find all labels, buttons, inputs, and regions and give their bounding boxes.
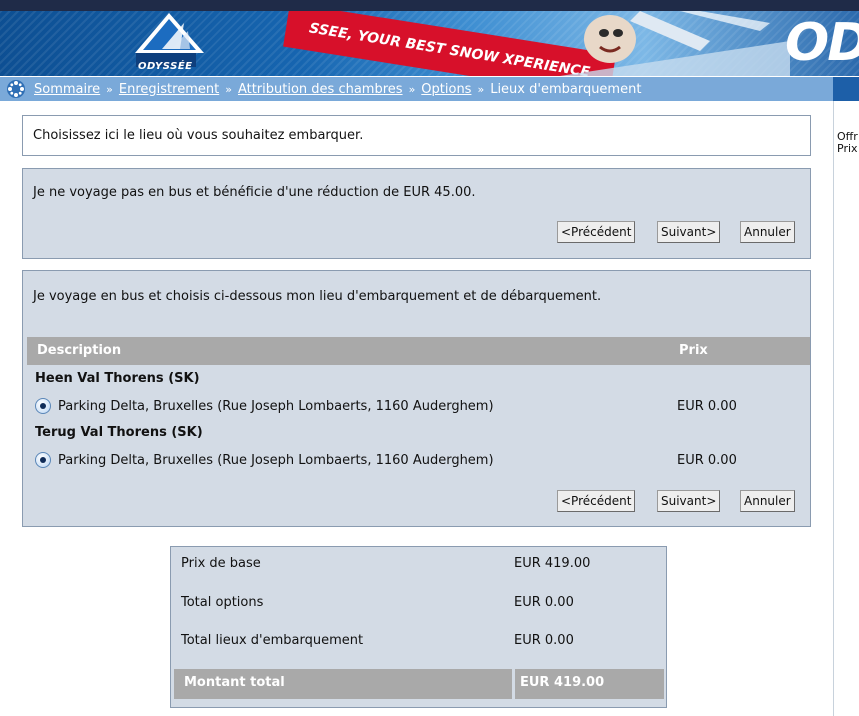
option-label-return[interactable]: Parking Delta, Bruxelles (Rue Joseph Lom… bbox=[58, 453, 494, 468]
breadcrumb-current: Lieux d'embarquement bbox=[490, 81, 642, 97]
radio-button-return[interactable] bbox=[35, 452, 51, 468]
table-header: Description Prix bbox=[27, 337, 810, 365]
summary-label: Prix de base bbox=[181, 556, 261, 571]
summary-value: EUR 0.00 bbox=[514, 633, 574, 648]
breadcrumb-link-options[interactable]: Options bbox=[421, 82, 471, 97]
total-label: Montant total bbox=[184, 675, 285, 690]
summary-row: Prix de base EUR 419.00 bbox=[171, 554, 666, 576]
right-header-strip bbox=[833, 77, 859, 101]
breadcrumb-separator: » bbox=[477, 82, 485, 96]
top-frame-strip bbox=[0, 0, 859, 11]
cancel-button[interactable]: Annuler bbox=[740, 221, 795, 243]
group-title-outbound: Heen Val Thorens (SK) bbox=[35, 371, 200, 386]
next-button[interactable]: Suivant> bbox=[657, 221, 721, 243]
group-title-return: Terug Val Thorens (SK) bbox=[35, 425, 203, 440]
summary-row: Total lieux d'embarquement EUR 0.00 bbox=[171, 631, 666, 653]
cancel-button[interactable]: Annuler bbox=[740, 490, 795, 512]
brand-wordmark-partial: OD bbox=[785, 13, 859, 73]
breadcrumb-separator: » bbox=[225, 82, 232, 96]
breadcrumb-link-sommaire[interactable]: Sommaire bbox=[34, 82, 100, 97]
summary-row: Total options EUR 0.00 bbox=[171, 593, 666, 615]
breadcrumb-separator: » bbox=[106, 82, 113, 96]
breadcrumb-separator: » bbox=[408, 82, 416, 96]
option-price-return: EUR 0.00 bbox=[677, 453, 737, 468]
next-button[interactable]: Suivant> bbox=[657, 490, 721, 512]
instruction-box: Choisissez ici le lieu où vous souhaitez… bbox=[22, 115, 811, 156]
summary-label: Total options bbox=[181, 595, 264, 610]
summary-value: EUR 419.00 bbox=[514, 556, 591, 571]
right-side-panel: Offr Prix bbox=[833, 101, 859, 716]
total-value: EUR 419.00 bbox=[520, 675, 605, 690]
previous-button[interactable]: <Précédent bbox=[557, 221, 636, 243]
bus-text: Je voyage en bus et choisis ci-dessous m… bbox=[33, 289, 602, 304]
breadcrumb: Sommaire » Enregistrement » Attribution … bbox=[0, 77, 833, 101]
total-divider bbox=[512, 669, 515, 699]
no-bus-text: Je ne voyage pas en bus et bénéficie d'u… bbox=[33, 185, 476, 200]
no-bus-panel: Je ne voyage pas en bus et bénéficie d'u… bbox=[22, 168, 811, 259]
instruction-text: Choisissez ici le lieu où vous souhaitez… bbox=[33, 128, 364, 143]
radio-button-outbound[interactable] bbox=[35, 398, 51, 414]
right-panel-line-price: Prix bbox=[837, 142, 858, 155]
breadcrumb-link-enregistrement[interactable]: Enregistrement bbox=[119, 82, 219, 97]
summary-label: Total lieux d'embarquement bbox=[181, 633, 364, 648]
previous-button[interactable]: <Précédent bbox=[557, 490, 636, 512]
price-summary: Prix de base EUR 419.00 Total options EU… bbox=[170, 546, 667, 708]
summary-value: EUR 0.00 bbox=[514, 595, 574, 610]
logo-text: ODYSSÉE bbox=[138, 61, 193, 72]
total-row: Montant total EUR 419.00 bbox=[174, 669, 664, 699]
bus-panel: Je voyage en bus et choisis ci-dessous m… bbox=[22, 270, 811, 527]
option-price-outbound: EUR 0.00 bbox=[677, 399, 737, 414]
boarding-table: Description Prix Heen Val Thorens (SK) P… bbox=[27, 337, 810, 468]
snowboarder-photo bbox=[560, 11, 790, 76]
gear-dots-icon bbox=[7, 80, 25, 98]
column-header-description: Description bbox=[37, 343, 122, 358]
site-banner: ODYSSÉE SSEE, YOUR BEST SNOW XPERIENCE O… bbox=[0, 11, 859, 76]
option-label-outbound[interactable]: Parking Delta, Bruxelles (Rue Joseph Lom… bbox=[58, 399, 494, 414]
column-header-price: Prix bbox=[679, 343, 708, 358]
breadcrumb-link-attribution[interactable]: Attribution des chambres bbox=[238, 82, 403, 97]
